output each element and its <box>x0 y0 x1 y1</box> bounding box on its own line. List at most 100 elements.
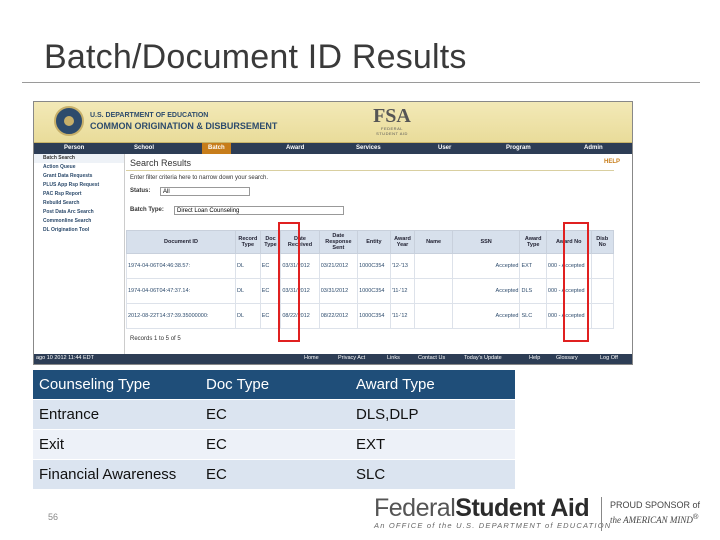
cell-document-id[interactable]: 1974-04-06T04:47:37.14: <box>126 278 236 304</box>
cell-award-type: EXT <box>519 253 547 279</box>
cell-entity: 1000C354 <box>357 278 391 304</box>
menu-grant-data-requests[interactable]: Grant Data Requests <box>34 172 124 181</box>
footer-help[interactable]: Help <box>529 355 540 361</box>
filter-hint: Enter filter criteria here to narrow dow… <box>130 175 269 181</box>
nav-person[interactable]: Person <box>64 145 84 151</box>
cell-counseling-type: Entrance <box>33 399 200 430</box>
title-divider <box>22 82 700 83</box>
cell-award-year: '11-'12 <box>389 278 416 304</box>
menu-pac-report[interactable]: PAC Rsp Report <box>34 190 124 199</box>
footer-contact[interactable]: Contact Us <box>418 355 445 361</box>
nav-admin[interactable]: Admin <box>584 145 603 151</box>
fsa-brand-logo: FederalStudent Aid An OFFICE of the U.S.… <box>374 494 611 530</box>
footer-privacy[interactable]: Privacy Act <box>338 355 365 361</box>
footer-date: ago 10 2012 11:44 EDT <box>36 355 94 361</box>
nav-program[interactable]: Program <box>506 145 531 151</box>
cell-award-type: DLS,DLP <box>350 399 515 430</box>
fsa-tagline: An OFFICE of the U.S. DEPARTMENT of EDUC… <box>374 521 612 530</box>
col-award-year[interactable]: Award Year <box>389 230 416 254</box>
results-table: Document ID Record Type Doc Type Date Re… <box>126 230 615 329</box>
cod-screenshot: U.S. DEPARTMENT OF EDUCATION COMMON ORIG… <box>33 101 633 365</box>
footer-todays-update[interactable]: Today's Update <box>464 355 502 361</box>
cell-record-type: DL <box>234 303 261 329</box>
fsa-brand-plain: Federal <box>374 494 456 522</box>
table-row: Financial Awareness EC SLC <box>33 459 515 490</box>
col-award-type[interactable]: Award Type <box>519 230 547 254</box>
table-header-row: Document ID Record Type Doc Type Date Re… <box>126 230 615 254</box>
cell-date-response: 03/31/2012 <box>318 278 359 304</box>
menu-batch-search[interactable]: Batch Search <box>34 154 124 163</box>
nav-services[interactable]: Services <box>356 145 381 151</box>
nav-user[interactable]: User <box>438 145 451 151</box>
batch-type-label: Batch Type: <box>130 207 164 213</box>
cell-award-type: EXT <box>350 429 515 460</box>
header-doc-type: Doc Type <box>200 370 350 400</box>
fsa-brand-name: FederalStudent Aid <box>374 494 611 523</box>
cell-disb-no <box>590 278 615 304</box>
cell-disb-no <box>590 253 615 279</box>
counseling-mapping-table: Counseling Type Doc Type Award Type Entr… <box>33 370 515 490</box>
brand-divider <box>601 497 602 531</box>
cell-award-year: '12-'13 <box>389 253 416 279</box>
registered-mark: ® <box>692 512 699 521</box>
cell-doc-type: EC <box>200 399 350 430</box>
award-type-highlight <box>563 222 589 342</box>
fsa-logo: FSA FEDERAL STUDENT AID <box>370 106 414 140</box>
cell-counseling-type: Financial Awareness <box>33 459 200 490</box>
menu-rebuild-search[interactable]: Rebuild Search <box>34 199 124 208</box>
table-row: Exit EC EXT <box>33 429 515 460</box>
help-link[interactable]: HELP <box>604 159 620 165</box>
cell-document-id[interactable]: 1974-04-06T04:46:38.57: <box>126 253 236 279</box>
sponsor-line-2: the AMERICAN MIND <box>610 515 693 525</box>
col-date-response-sent[interactable]: Date Response Sent <box>318 230 359 254</box>
cell-ssn: Accepted <box>451 303 521 329</box>
cell-entity: 1000C354 <box>357 253 391 279</box>
cell-ssn: Accepted <box>451 278 521 304</box>
header-counseling-type: Counseling Type <box>33 370 200 400</box>
status-select[interactable]: All <box>160 187 250 196</box>
cell-date-response: 08/22/2012 <box>318 303 359 329</box>
cell-counseling-type: Exit <box>33 429 200 460</box>
menu-plus-app-request[interactable]: PLUS App Rsp Request <box>34 181 124 190</box>
system-name: COMMON ORIGINATION & DISBURSEMENT <box>90 121 278 131</box>
nav-award[interactable]: Award <box>286 145 304 151</box>
col-ssn[interactable]: SSN <box>451 230 521 254</box>
records-count: Records 1 to 5 of 5 <box>130 336 181 342</box>
menu-commonline-search[interactable]: Commonline Search <box>34 217 124 226</box>
footer-home[interactable]: Home <box>304 355 319 361</box>
fsa-brand-bold: Student Aid <box>455 494 590 522</box>
cell-name <box>414 253 453 279</box>
cell-award-type: SLC <box>519 303 547 329</box>
cell-date-response: 03/21/2012 <box>318 253 359 279</box>
table-row[interactable]: 1974-04-06T04:47:37.14: DL EC 03/31/2012… <box>126 278 615 304</box>
sponsor-line-1: PROUD SPONSOR of <box>610 500 701 510</box>
batch-type-select[interactable]: Direct Loan Counseling <box>174 206 344 215</box>
cell-disb-no <box>590 303 615 329</box>
table-row[interactable]: 2012-08-22T14:37:39.35000000: DL EC 08/2… <box>126 303 615 329</box>
footer-links[interactable]: Links <box>387 355 400 361</box>
page-heading: Search Results <box>126 156 614 171</box>
col-record-type[interactable]: Record Type <box>234 230 261 254</box>
page-number: 56 <box>48 512 59 522</box>
slide-title: Batch/Document ID Results <box>44 38 467 76</box>
footer-glossary[interactable]: Glossary <box>556 355 578 361</box>
cell-doc-type: EC <box>200 429 350 460</box>
menu-post-data-search[interactable]: Post Data Arc Search <box>34 208 124 217</box>
cell-document-id[interactable]: 2012-08-22T14:37:39.35000000: <box>126 303 236 329</box>
cell-award-type: SLC <box>350 459 515 490</box>
cell-doc-type: EC <box>200 459 350 490</box>
fsa-mark: FSA <box>373 105 411 127</box>
cell-name <box>414 278 453 304</box>
menu-action-queue[interactable]: Action Queue <box>34 163 124 172</box>
table-row[interactable]: 1974-04-06T04:46:38.57: DL EC 03/31/2012… <box>126 253 615 279</box>
col-name[interactable]: Name <box>414 230 453 254</box>
footer-logoff[interactable]: Log Off <box>600 355 618 361</box>
cell-name <box>414 303 453 329</box>
nav-school[interactable]: School <box>134 145 154 151</box>
col-document-id[interactable]: Document ID <box>126 230 236 254</box>
menu-dl-origination-tool[interactable]: DL Origination Tool <box>34 226 124 235</box>
table-row: Entrance EC DLS,DLP <box>33 399 515 430</box>
col-entity[interactable]: Entity <box>357 230 391 254</box>
col-disb-no[interactable]: Disb No <box>590 230 615 254</box>
nav-batch[interactable]: Batch <box>202 143 231 154</box>
